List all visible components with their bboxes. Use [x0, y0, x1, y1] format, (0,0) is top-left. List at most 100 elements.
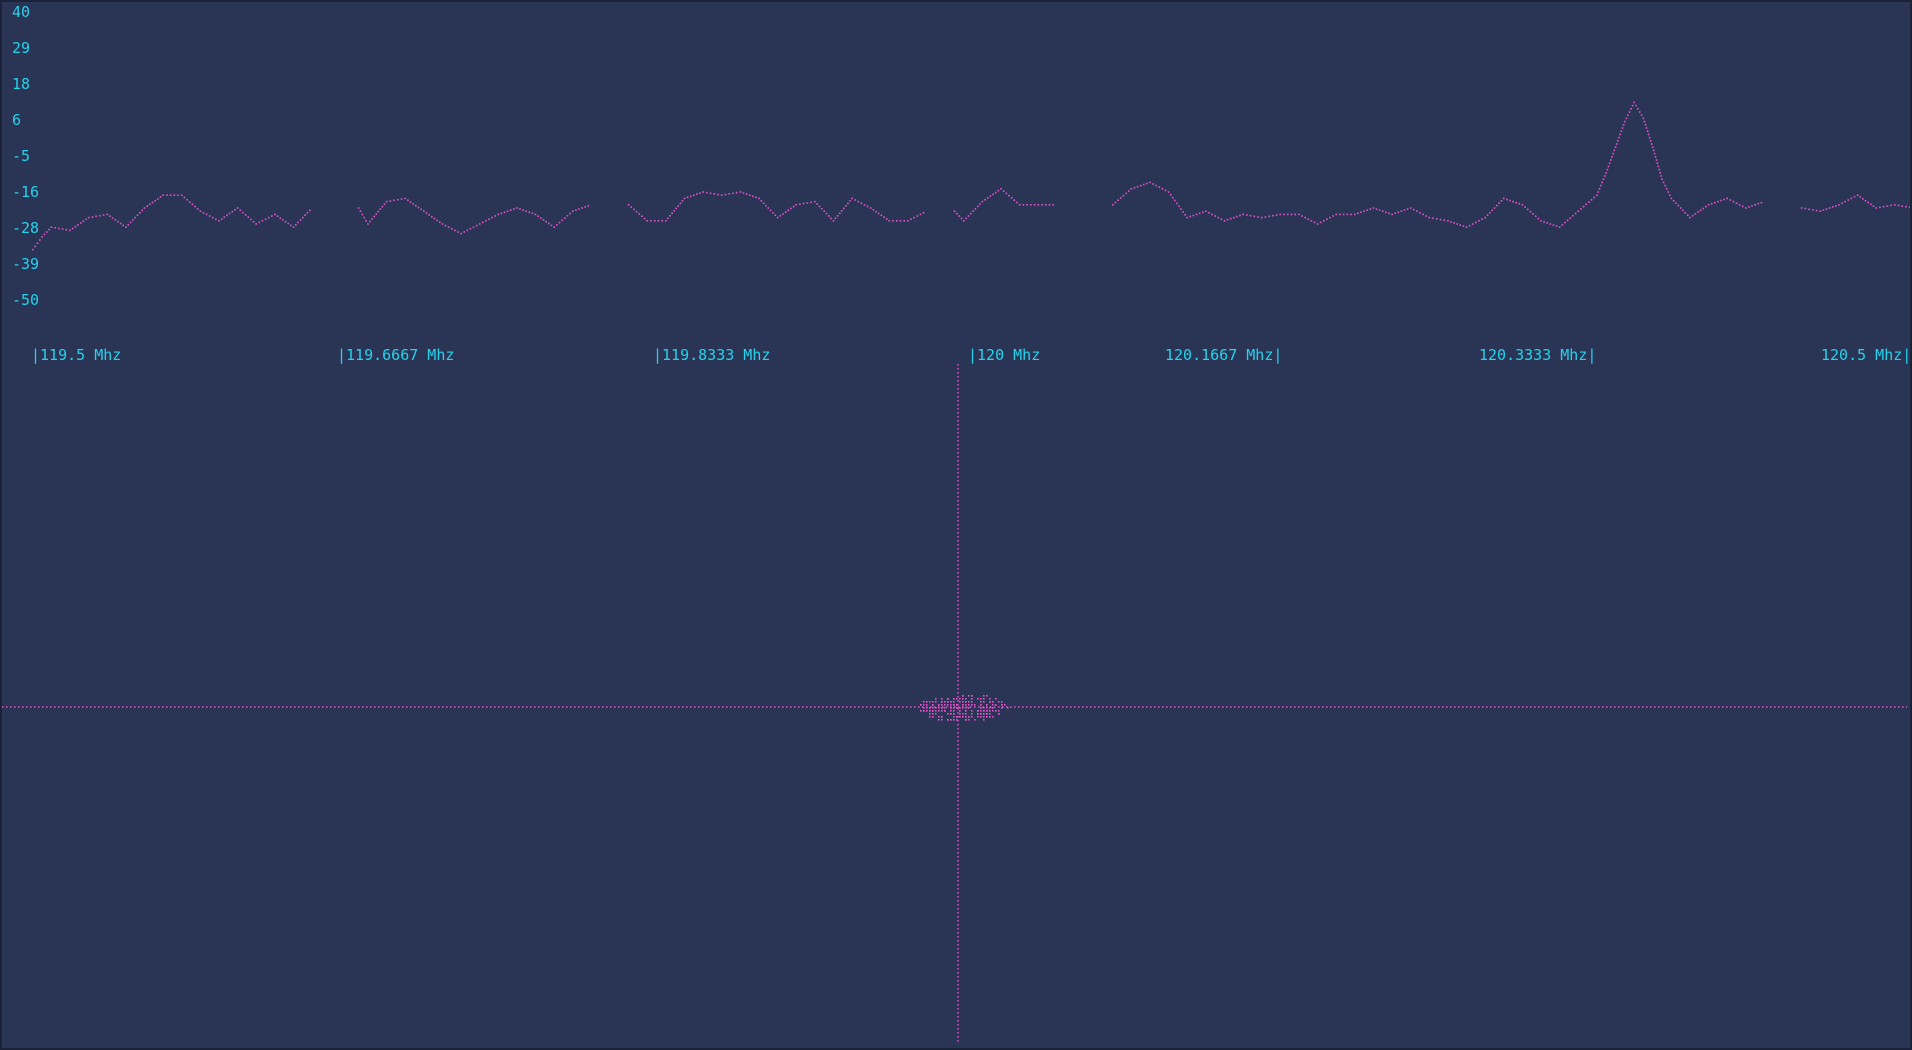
constellation-dot — [941, 716, 943, 718]
constellation-dot — [938, 710, 940, 712]
constellation-dot — [989, 710, 991, 712]
constellation-dot — [983, 698, 985, 700]
constellation-dot — [941, 704, 943, 706]
constellation-dot — [989, 698, 991, 700]
constellation-dot — [953, 707, 955, 709]
constellation-dot — [983, 713, 985, 715]
constellation-dot — [986, 710, 988, 712]
constellation-dot — [935, 698, 937, 700]
constellation-dot — [962, 707, 964, 709]
constellation-dot — [968, 701, 970, 703]
constellation-dot — [986, 707, 988, 709]
constellation-dot — [920, 704, 922, 706]
constellation-dot — [938, 707, 940, 709]
constellation-dot — [971, 701, 973, 703]
constellation-dot — [974, 719, 976, 721]
constellation-dot — [953, 716, 955, 718]
constellation-dot — [929, 713, 931, 715]
constellation-dot — [962, 716, 964, 718]
constellation-dot — [977, 716, 979, 718]
constellation-dot — [965, 704, 967, 706]
constellation-dot — [965, 707, 967, 709]
constellation-dot — [932, 707, 934, 709]
constellation-dot — [944, 707, 946, 709]
constellation-dot — [950, 701, 952, 703]
constellation-dot — [989, 713, 991, 715]
constellation-dot — [983, 716, 985, 718]
constellation-dot — [947, 698, 949, 700]
constellation-dot — [1007, 707, 1009, 709]
constellation-dot — [953, 710, 955, 712]
constellation-dot — [959, 710, 961, 712]
constellation-dot — [980, 704, 982, 706]
constellation-dot — [932, 713, 934, 715]
constellation-dot — [926, 704, 928, 706]
constellation-dot — [992, 710, 994, 712]
constellation-dot — [983, 719, 985, 721]
constellation-dot — [926, 707, 928, 709]
constellation-dot — [980, 710, 982, 712]
constellation-dot — [926, 710, 928, 712]
constellation-dot — [950, 719, 952, 721]
constellation-dot — [986, 713, 988, 715]
constellation-dot — [965, 701, 967, 703]
constellation-dot — [962, 713, 964, 715]
constellation-dot — [956, 707, 958, 709]
constellation-dot — [980, 701, 982, 703]
constellation-dot — [998, 701, 1000, 703]
constellation-dot — [971, 695, 973, 697]
constellation-dot — [962, 704, 964, 706]
constellation-dot — [920, 710, 922, 712]
constellation-dot — [968, 704, 970, 706]
constellation-dot — [959, 716, 961, 718]
constellation-dot — [980, 716, 982, 718]
constellation-dot — [941, 701, 943, 703]
constellation-dot — [980, 713, 982, 715]
constellation-dot — [971, 704, 973, 706]
constellation-dot — [962, 701, 964, 703]
constellation-dot — [962, 695, 964, 697]
constellation-dot — [1001, 701, 1003, 703]
constellation-dot — [965, 716, 967, 718]
constellation-dot — [935, 701, 937, 703]
constellation-dot — [956, 704, 958, 706]
constellation-dot — [965, 719, 967, 721]
constellation-dot — [968, 716, 970, 718]
constellation-dot — [932, 710, 934, 712]
constellation-dot — [947, 713, 949, 715]
constellation-dot — [971, 716, 973, 718]
constellation-dot — [995, 710, 997, 712]
constellation-dot — [977, 698, 979, 700]
constellation-dot — [938, 716, 940, 718]
constellation-dot — [953, 719, 955, 721]
constellation-dot — [1001, 707, 1003, 709]
constellation-cluster — [920, 695, 1009, 721]
constellation-dot — [1004, 704, 1006, 706]
constellation-dot — [995, 698, 997, 700]
constellation-dot — [968, 719, 970, 721]
constellation-dot — [995, 704, 997, 706]
constellation-dot — [923, 710, 925, 712]
constellation-dot — [989, 701, 991, 703]
constellation-dot — [983, 710, 985, 712]
constellation-dot — [977, 713, 979, 715]
constellation-dot — [959, 698, 961, 700]
constellation-dot — [998, 710, 1000, 712]
constellation-dot — [950, 707, 952, 709]
constellation-dot — [941, 710, 943, 712]
constellation-dot — [983, 695, 985, 697]
constellation-dot — [944, 701, 946, 703]
constellation-dot — [965, 710, 967, 712]
constellation-dot — [944, 710, 946, 712]
constellation-dot — [965, 698, 967, 700]
constellation-plot — [2, 364, 1907, 1042]
constellation-dot — [989, 716, 991, 718]
constellation-dot — [947, 719, 949, 721]
constellation-dot — [923, 707, 925, 709]
constellation-dot — [992, 701, 994, 703]
constellation-dot — [992, 716, 994, 718]
constellation-dot — [968, 707, 970, 709]
constellation-dot — [941, 707, 943, 709]
constellation-dot — [959, 701, 961, 703]
constellation-dot — [935, 710, 937, 712]
